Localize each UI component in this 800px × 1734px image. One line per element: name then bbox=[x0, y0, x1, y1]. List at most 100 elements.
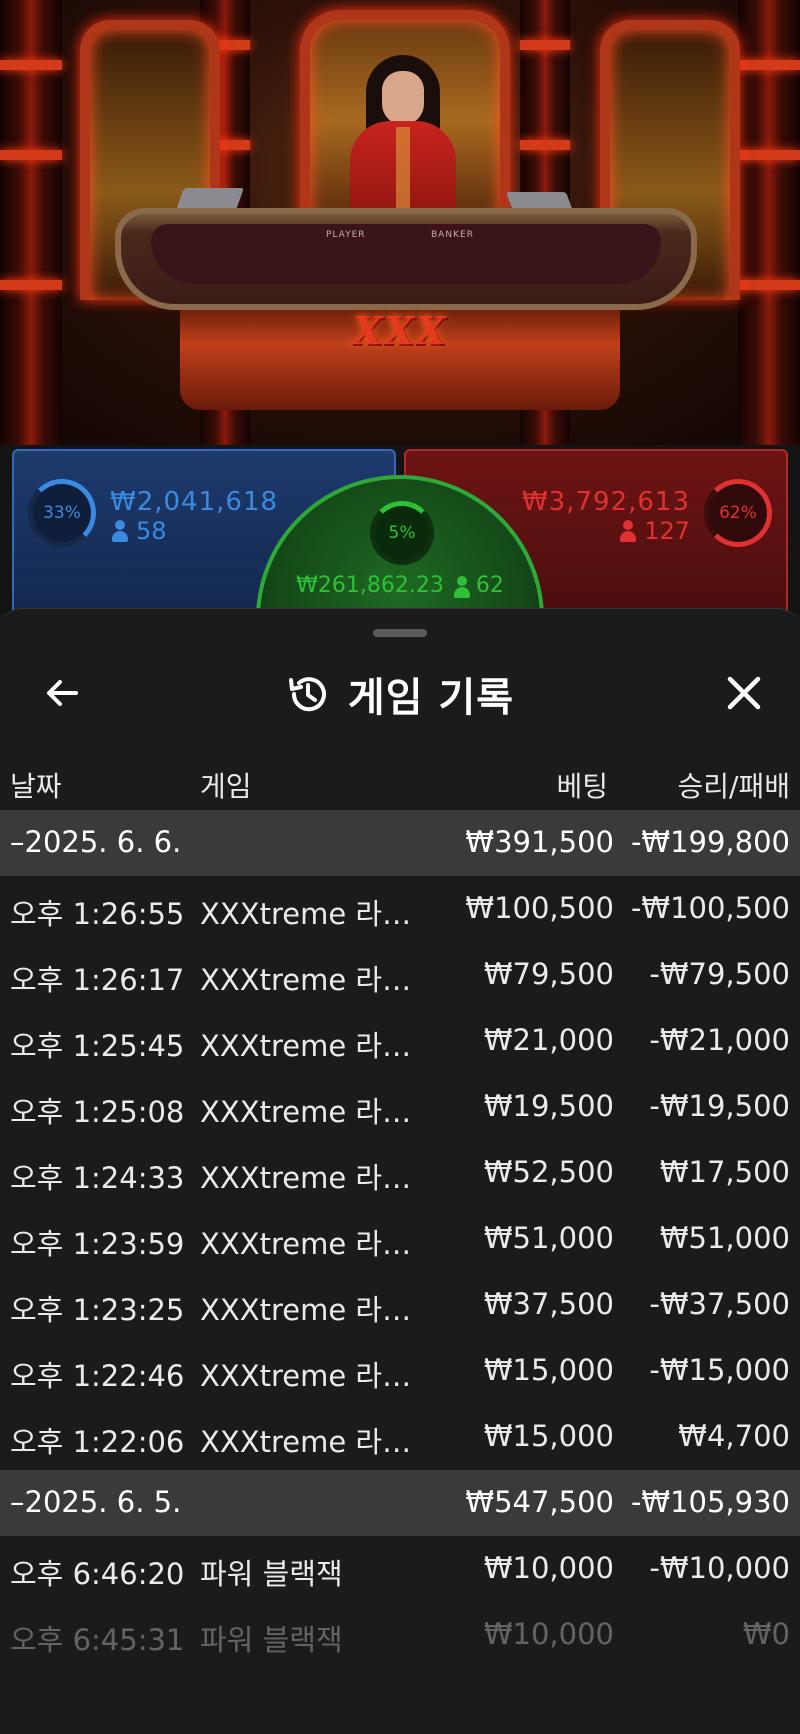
row-time: 오후 1:22:06 bbox=[10, 1425, 185, 1459]
tie-percent: 5% bbox=[388, 523, 416, 543]
row-win-loss: ₩17,500 bbox=[659, 1155, 790, 1189]
history-row[interactable]: 오후 1:25:45 XXXtreme 라이트닝 바카라 ₩21,000 -₩21,0… bbox=[0, 1008, 800, 1074]
row-win-loss: -₩10,000 bbox=[649, 1551, 790, 1585]
col-bet: 베팅 bbox=[556, 770, 608, 803]
row-bet: ₩37,500 bbox=[483, 1287, 614, 1321]
history-list: –2025. 6. 6. ₩391,500 -₩199,800 오후 1:26:… bbox=[0, 810, 800, 1668]
row-time: 오후 6:46:20 bbox=[10, 1557, 185, 1591]
table-header: 날짜 게임 베팅 승리/패배 bbox=[0, 751, 800, 811]
row-win-loss: ₩4,700 bbox=[678, 1419, 790, 1453]
row-time: 오후 1:23:25 bbox=[10, 1293, 185, 1327]
live-video-stream: PLAYER BANKER XXX bbox=[0, 0, 800, 445]
person-icon bbox=[620, 520, 637, 542]
row-bet: ₩21,000 bbox=[483, 1023, 614, 1057]
row-bet: ₩15,000 bbox=[483, 1353, 614, 1387]
group-win-loss-total: -₩199,800 bbox=[630, 825, 790, 859]
felt-player-label: PLAYER bbox=[326, 230, 366, 240]
row-win-loss: ₩0 bbox=[742, 1617, 790, 1651]
row-game: XXXtreme 라이트닝 바카라 bbox=[200, 1425, 435, 1459]
xxx-logo: XXX bbox=[352, 308, 448, 353]
col-win-loss: 승리/패배 bbox=[677, 770, 790, 803]
banker-count: 127 bbox=[620, 517, 690, 545]
row-time: 오후 1:26:17 bbox=[10, 963, 185, 997]
row-win-loss: -₩15,000 bbox=[649, 1353, 790, 1387]
history-row[interactable]: 오후 1:23:25 XXXtreme 라이트닝 바카라 ₩37,500 -₩37,5… bbox=[0, 1272, 800, 1338]
decor-pillar bbox=[738, 0, 800, 445]
row-bet: ₩79,500 bbox=[483, 957, 614, 991]
row-bet: ₩10,000 bbox=[483, 1551, 614, 1585]
player-bet-amount: ₩2,041,618 bbox=[110, 487, 279, 517]
row-game: XXXtreme 라이트닝 바카라 bbox=[200, 963, 435, 997]
history-row[interactable]: 오후 1:22:06 XXXtreme 라이트닝 바카라 ₩15,000 ₩4,700 bbox=[0, 1404, 800, 1470]
person-icon bbox=[453, 575, 470, 598]
row-win-loss: -₩79,500 bbox=[649, 957, 790, 991]
card-shoe bbox=[175, 188, 245, 210]
sheet-header: 게임 기록 bbox=[0, 651, 800, 731]
row-game: XXXtreme 라이트닝 바카라 bbox=[200, 1293, 435, 1327]
group-win-loss-total: -₩105,930 bbox=[630, 1485, 790, 1519]
player-percent-ring: 33% bbox=[28, 479, 96, 547]
close-icon bbox=[727, 676, 761, 710]
felt-banker-label: BANKER bbox=[431, 230, 474, 240]
row-game: XXXtreme 라이트닝 바카라 bbox=[200, 1095, 435, 1129]
history-row[interactable]: 오후 1:22:46 XXXtreme 라이트닝 바카라 ₩15,000 -₩15,0… bbox=[0, 1338, 800, 1404]
row-win-loss: -₩37,500 bbox=[649, 1287, 790, 1321]
row-bet: ₩51,000 bbox=[483, 1221, 614, 1255]
col-date: 날짜 bbox=[10, 770, 62, 803]
history-icon bbox=[288, 677, 326, 712]
player-percent: 33% bbox=[43, 503, 81, 523]
row-bet: ₩52,500 bbox=[483, 1155, 614, 1189]
history-row[interactable]: 오후 6:45:31 파워 블랙잭 ₩10,000 ₩0 bbox=[0, 1602, 800, 1668]
row-time: 오후 1:22:46 bbox=[10, 1359, 185, 1393]
row-game: XXXtreme 라이트닝 바카라 bbox=[200, 1161, 435, 1195]
banker-bet-amount: ₩3,792,613 bbox=[521, 487, 690, 517]
baccarat-table: PLAYER BANKER bbox=[115, 208, 697, 310]
group-bet-total: ₩391,500 bbox=[465, 825, 614, 859]
row-bet: ₩19,500 bbox=[483, 1089, 614, 1123]
date-group-row[interactable]: –2025. 6. 5. ₩547,500 -₩105,930 bbox=[0, 1470, 800, 1536]
dealer bbox=[348, 55, 458, 231]
history-row[interactable]: 오후 1:26:17 XXXtreme 라이트닝 바카라 ₩79,500 -₩79,5… bbox=[0, 942, 800, 1008]
row-game: 파워 블랙잭 bbox=[200, 1623, 343, 1657]
player-count-value: 58 bbox=[136, 517, 167, 545]
row-bet: ₩15,000 bbox=[483, 1419, 614, 1453]
banker-percent: 62% bbox=[719, 503, 757, 523]
tie-bet-amount: ₩261,862.23 bbox=[296, 573, 444, 598]
player-count: 58 bbox=[112, 517, 167, 545]
row-time: 오후 1:24:33 bbox=[10, 1161, 185, 1195]
decor-pillar bbox=[0, 0, 62, 445]
history-row[interactable]: 오후 1:24:33 XXXtreme 라이트닝 바카라 ₩52,500 ₩17,50… bbox=[0, 1140, 800, 1206]
row-bet: ₩10,000 bbox=[483, 1617, 614, 1651]
sheet-title: 게임 기록 bbox=[347, 675, 515, 721]
history-row[interactable]: 오후 1:23:59 XXXtreme 라이트닝 바카라 ₩51,000 ₩51,00… bbox=[0, 1206, 800, 1272]
row-bet: ₩100,500 bbox=[465, 891, 614, 925]
date-group-row[interactable]: –2025. 6. 6. ₩391,500 -₩199,800 bbox=[0, 810, 800, 876]
row-time: 오후 6:45:31 bbox=[10, 1623, 185, 1657]
row-win-loss: -₩21,000 bbox=[649, 1023, 790, 1057]
row-game: XXXtreme 라이트닝 바카라 bbox=[200, 1227, 435, 1261]
row-game: XXXtreme 라이트닝 바카라 bbox=[200, 1359, 435, 1393]
close-button[interactable] bbox=[718, 667, 770, 719]
group-date: –2025. 6. 5. bbox=[10, 1485, 182, 1519]
sheet-drag-handle[interactable] bbox=[373, 629, 427, 637]
row-win-loss: -₩100,500 bbox=[630, 891, 790, 925]
betting-stats: 33% ₩2,041,618 58 ₩3,792,613 127 62% 5% … bbox=[0, 445, 800, 763]
row-game: 파워 블랙잭 bbox=[200, 1557, 343, 1591]
row-time: 오후 1:25:08 bbox=[10, 1095, 185, 1129]
tie-count-value: 62 bbox=[475, 573, 504, 598]
history-row[interactable]: 오후 6:46:20 파워 블랙잭 ₩10,000 -₩10,000 bbox=[0, 1536, 800, 1602]
row-time: 오후 1:25:45 bbox=[10, 1029, 185, 1063]
col-game: 게임 bbox=[200, 770, 252, 803]
person-icon bbox=[112, 520, 128, 542]
row-win-loss: -₩19,500 bbox=[649, 1089, 790, 1123]
history-row[interactable]: 오후 1:26:55 XXXtreme 라이트닝 바카라 ₩100,500 -₩100… bbox=[0, 876, 800, 942]
row-time: 오후 1:26:55 bbox=[10, 897, 185, 931]
row-time: 오후 1:23:59 bbox=[10, 1227, 185, 1261]
history-row[interactable]: 오후 1:25:08 XXXtreme 라이트닝 바카라 ₩19,500 -₩19,5… bbox=[0, 1074, 800, 1140]
group-date: –2025. 6. 6. bbox=[10, 825, 182, 859]
tie-percent-ring: 5% bbox=[370, 501, 434, 565]
banker-percent-ring: 62% bbox=[704, 479, 772, 547]
tie-bet-summary: ₩261,862.23 62 bbox=[260, 573, 540, 598]
banker-count-value: 127 bbox=[644, 517, 690, 545]
row-win-loss: ₩51,000 bbox=[659, 1221, 790, 1255]
